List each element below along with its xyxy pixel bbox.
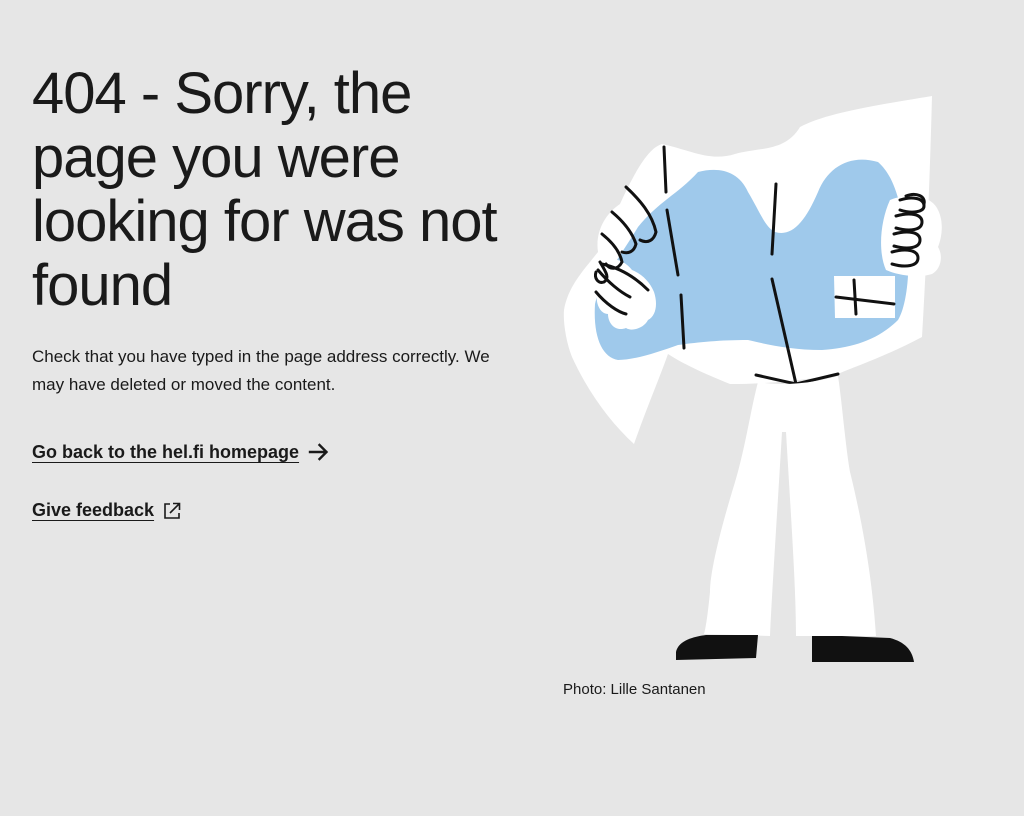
arrow-right-icon[interactable] [307, 440, 331, 464]
homepage-link-label[interactable]: Go back to the hel.fi homepage [32, 442, 299, 463]
give-feedback-link[interactable]: Give feedback [32, 500, 512, 521]
homepage-link[interactable]: Go back to the hel.fi homepage [32, 440, 512, 464]
error-page: 404 - Sorry, the page you were looking f… [0, 0, 1024, 816]
photo-credit: Photo: Lille Santanen [563, 681, 706, 698]
give-feedback-link-label[interactable]: Give feedback [32, 500, 154, 521]
page-title: 404 - Sorry, the page you were looking f… [32, 61, 498, 318]
error-content: 404 - Sorry, the page you were looking f… [32, 62, 512, 521]
person-reading-map-illustration [560, 92, 950, 667]
error-description: Check that you have typed in the page ad… [32, 347, 490, 394]
external-link-icon[interactable] [162, 501, 182, 521]
